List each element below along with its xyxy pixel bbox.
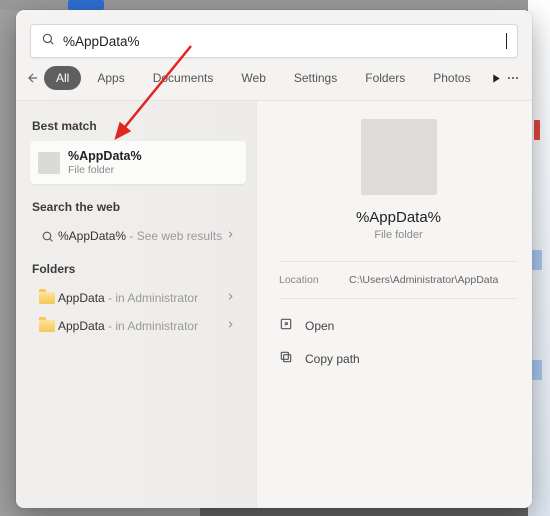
best-match-subtitle: File folder [68, 164, 142, 176]
best-match-title: %AppData% [68, 149, 142, 164]
open-label: Open [305, 319, 334, 333]
folder-icon [36, 292, 58, 304]
folder-result-text: AppData - in Administrator [58, 319, 225, 333]
play-button[interactable] [491, 66, 502, 90]
web-result-text: %AppData% - See web results [58, 229, 225, 243]
folder-result-item[interactable]: AppData - in Administrator [30, 284, 246, 312]
folder-icon [36, 320, 58, 332]
search-box[interactable] [30, 24, 518, 58]
search-web-heading: Search the web [32, 200, 254, 214]
filter-row: All Apps Documents Web Settings Folders … [16, 66, 532, 101]
open-action[interactable]: Open [279, 309, 518, 342]
detail-subtitle: File folder [374, 229, 422, 241]
text-caret [506, 33, 507, 49]
filter-web[interactable]: Web [229, 66, 277, 90]
search-row [16, 10, 532, 66]
folder-icon [38, 152, 60, 174]
filter-settings[interactable]: Settings [282, 66, 349, 90]
web-result-item[interactable]: %AppData% - See web results [30, 222, 246, 250]
filter-apps[interactable]: Apps [85, 66, 136, 90]
chevron-right-icon [225, 291, 236, 305]
detail-location-value: C:\Users\Administrator\AppData [349, 274, 518, 286]
search-icon [36, 230, 58, 243]
search-input[interactable] [63, 34, 506, 49]
search-panel: All Apps Documents Web Settings Folders … [16, 10, 532, 508]
back-button[interactable] [26, 66, 40, 90]
search-icon [41, 32, 55, 51]
detail-location-row: Location C:\Users\Administrator\AppData [279, 261, 518, 298]
more-button[interactable] [506, 66, 520, 90]
folder-result-item[interactable]: AppData - in Administrator [30, 312, 246, 340]
filter-documents[interactable]: Documents [141, 66, 226, 90]
best-match-heading: Best match [32, 119, 254, 133]
copy-icon [279, 350, 293, 367]
filter-folders[interactable]: Folders [353, 66, 417, 90]
folder-result-text: AppData - in Administrator [58, 291, 225, 305]
best-match-item[interactable]: %AppData% File folder [30, 141, 246, 184]
chevron-right-icon [225, 229, 236, 243]
preview-thumbnail [361, 119, 437, 195]
filter-photos[interactable]: Photos [421, 66, 482, 90]
open-icon [279, 317, 293, 334]
folders-heading: Folders [32, 262, 254, 276]
copy-path-action[interactable]: Copy path [279, 342, 518, 375]
results-column: Best match %AppData% File folder Search … [16, 101, 256, 508]
detail-column: %AppData% File folder Location C:\Users\… [256, 101, 532, 508]
detail-title: %AppData% [356, 209, 441, 226]
detail-location-label: Location [279, 274, 349, 286]
copy-path-label: Copy path [305, 352, 360, 366]
chevron-right-icon [225, 319, 236, 333]
filter-all[interactable]: All [44, 66, 81, 90]
